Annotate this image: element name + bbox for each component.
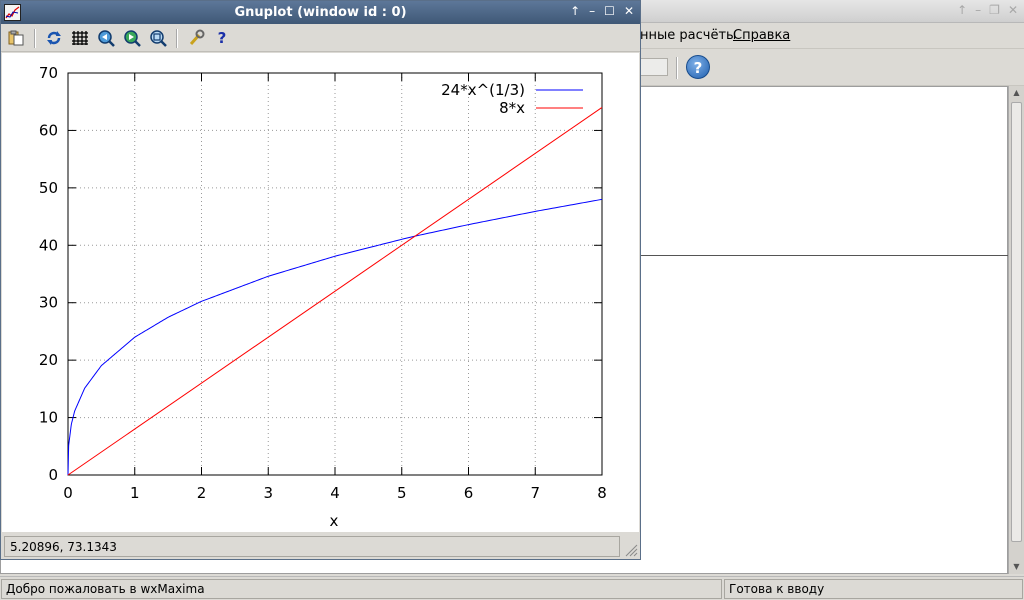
status-welcome: Добро пожаловать в wxMaxima (1, 579, 722, 599)
scroll-down-arrow-icon[interactable]: ▼ (1009, 560, 1024, 574)
y-tick-label: 50 (39, 179, 58, 197)
help-icon[interactable]: ? (213, 29, 231, 47)
plot-canvas[interactable]: 0 1 2 3 4 5 6 7 8 0 10 20 30 40 50 60 70 x 24*x^(1/3) 8*x (2, 53, 639, 532)
y-tick-label: 10 (39, 409, 58, 427)
resize-grip-icon[interactable] (622, 541, 638, 557)
grid-icon[interactable] (71, 29, 89, 47)
wxmaxima-window-controls: ↑ – ❐ ✕ (957, 3, 1018, 17)
x-tick-label: 1 (130, 484, 140, 502)
gnuplot-window-controls: ↑ – ☐ ✕ (570, 4, 634, 18)
gnuplot-window-title: Gnuplot (window id : 0) (234, 5, 407, 20)
autoscale-icon[interactable] (149, 29, 167, 47)
y-tick-label: 20 (39, 351, 58, 369)
x-tick-label: 7 (530, 484, 540, 502)
y-tick-label: 0 (48, 466, 58, 484)
x-tick-label: 0 (63, 484, 73, 502)
help-icon[interactable]: ? (686, 55, 710, 79)
previous-zoom-icon[interactable] (97, 29, 115, 47)
y-tick-label: 40 (39, 236, 58, 254)
legend-label: 8*x (499, 99, 525, 117)
wxmaxima-statusbar: Добро пожаловать в wxMaxima Готова к вво… (0, 576, 1024, 600)
menu-numeric[interactable]: нные расчёты (640, 28, 736, 43)
x-tick-label: 2 (197, 484, 207, 502)
minimize-icon[interactable]: – (975, 3, 981, 17)
menu-help[interactable]: Справка (733, 28, 790, 43)
gnuplot-statusbar: 5.20896, 73.1343 (1, 533, 640, 559)
keep-above-icon[interactable]: ↑ (570, 4, 580, 18)
scroll-up-arrow-icon[interactable]: ▲ (1009, 86, 1024, 100)
replot-icon[interactable] (45, 29, 63, 47)
maximize-icon[interactable]: ❐ (989, 3, 1000, 17)
y-tick-label: 70 (39, 64, 58, 82)
minimize-icon[interactable]: – (589, 4, 595, 18)
worksheet-vertical-scrollbar[interactable]: ▲ ▼ (1008, 86, 1024, 574)
y-tick-label: 60 (39, 121, 58, 139)
x-tick-label: 6 (464, 484, 474, 502)
mouse-coordinates: 5.20896, 73.1343 (4, 536, 620, 557)
x-axis-label: x (330, 512, 339, 530)
toolbar-separator (176, 29, 178, 48)
x-tick-label: 3 (263, 484, 273, 502)
toolbar-separator (34, 29, 36, 48)
keep-above-icon[interactable]: ↑ (957, 3, 967, 17)
status-ready: Готова к вводу (724, 579, 1023, 599)
gnuplot-window: Gnuplot (window id : 0) ↑ – ☐ ✕ ? 0 1 2 … (0, 0, 641, 560)
plot-svg: 0 1 2 3 4 5 6 7 8 0 10 20 30 40 50 60 70 x 24*x^(1/3)8*x (39, 64, 607, 530)
x-tick-label: 4 (330, 484, 340, 502)
gnuplot-titlebar[interactable]: Gnuplot (window id : 0) ↑ – ☐ ✕ (1, 1, 640, 24)
copy-to-clipboard-icon[interactable] (7, 29, 25, 47)
gnuplot-toolbar: ? (1, 25, 640, 52)
close-icon[interactable]: ✕ (1008, 3, 1018, 17)
options-icon[interactable] (187, 29, 205, 47)
toolbar-separator (676, 57, 678, 79)
x-tick-label: 8 (597, 484, 607, 502)
next-zoom-icon[interactable] (123, 29, 141, 47)
series-line-2 (67, 107, 603, 476)
y-tick-label: 30 (39, 294, 58, 312)
maximize-icon[interactable]: ☐ (604, 4, 615, 18)
close-icon[interactable]: ✕ (624, 4, 634, 18)
legend-label: 24*x^(1/3) (441, 81, 525, 99)
scrollbar-thumb[interactable] (1011, 102, 1022, 542)
x-tick-label: 5 (397, 484, 407, 502)
